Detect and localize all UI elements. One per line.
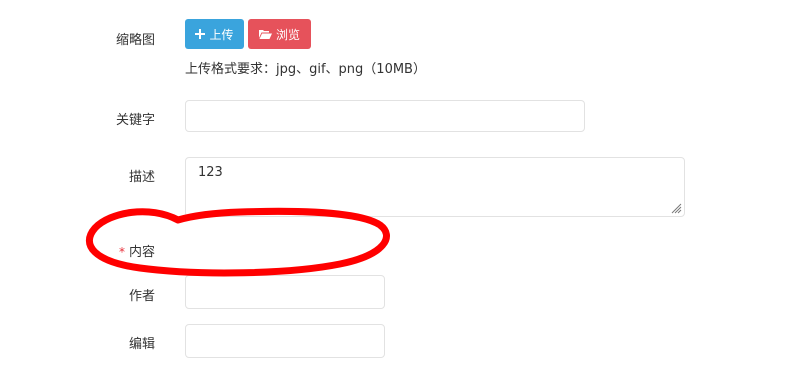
plus-icon (195, 29, 206, 39)
author-label: 作者 (129, 285, 155, 304)
upload-format-hint: 上传格式要求：jpg、gif、png（10MB） (185, 62, 426, 77)
keywords-input[interactable] (185, 100, 585, 132)
content-label: * 内容 (119, 241, 155, 260)
required-marker: * (118, 245, 125, 259)
content-label-text: 内容 (128, 245, 155, 260)
editor-label: 编辑 (129, 333, 155, 352)
thumbnail-label-text: 缩略图 (115, 33, 155, 48)
description-textarea[interactable]: 123 (185, 157, 685, 217)
description-label-text: 描述 (128, 170, 155, 185)
editor-input[interactable] (185, 324, 385, 358)
description-label: 描述 (129, 166, 155, 185)
thumbnail-label: 缩略图 (116, 29, 155, 48)
description-value: 123 (198, 165, 223, 180)
browse-button[interactable]: 浏览 (248, 19, 311, 49)
resize-grip-icon[interactable] (670, 202, 682, 214)
folder-open-icon (258, 29, 272, 39)
upload-button-label: 上传 (209, 27, 234, 42)
author-input[interactable] (185, 275, 385, 309)
keywords-label: 关键字 (116, 109, 155, 128)
author-label-text: 作者 (128, 289, 155, 304)
editor-label-text: 编辑 (128, 337, 155, 352)
browse-button-label: 浏览 (275, 27, 300, 42)
article-form: 缩略图 上传 浏览 上传格式要求：jpg、gif、png（10MB） 关键字 描… (0, 0, 803, 369)
upload-button[interactable]: 上传 (185, 19, 244, 49)
keywords-label-text: 关键字 (115, 113, 155, 128)
